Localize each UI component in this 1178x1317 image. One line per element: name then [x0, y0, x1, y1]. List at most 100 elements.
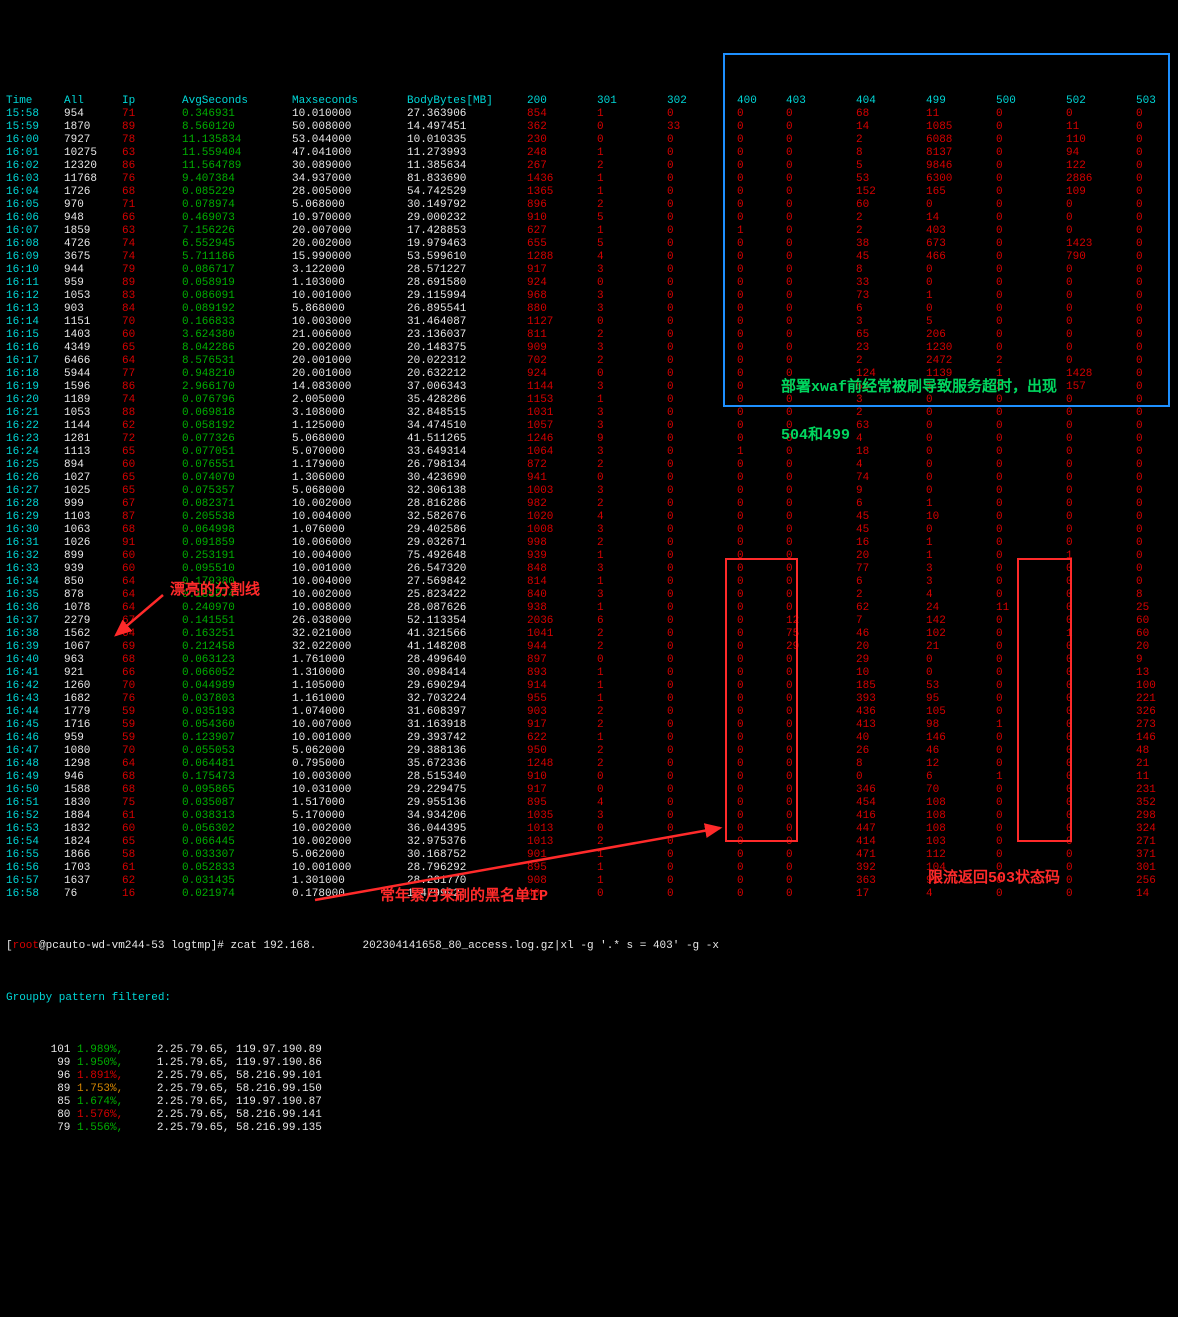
- cell: 29.000232: [407, 212, 527, 225]
- cell: 0.077326: [182, 433, 292, 446]
- cell: 0: [996, 732, 1066, 745]
- cell: 6: [597, 615, 667, 628]
- cell: 1013: [527, 836, 597, 849]
- cell: 30.168752: [407, 849, 527, 862]
- cell: 0.240970: [182, 602, 292, 615]
- cell: 0: [1136, 199, 1178, 212]
- cell: 0.035087: [182, 797, 292, 810]
- col-header-avgseconds: AvgSeconds: [182, 95, 292, 108]
- cell: 1779: [64, 706, 122, 719]
- cell: 0.082371: [182, 498, 292, 511]
- cell: 2: [597, 459, 667, 472]
- cell: 0: [786, 706, 856, 719]
- cell: 2: [597, 355, 667, 368]
- cell: 0.175473: [182, 771, 292, 784]
- cell: 16:43: [6, 693, 64, 706]
- terminal-window[interactable]: TimeAllIpAvgSecondsMaxsecondsBodyBytes[M…: [0, 52, 1178, 914]
- cell: 2.966170: [182, 381, 292, 394]
- cell: 16:29: [6, 511, 64, 524]
- cell: 29.690294: [407, 680, 527, 693]
- cell: 970: [64, 199, 122, 212]
- cell: 0: [737, 758, 786, 771]
- cell: 10.008000: [292, 602, 407, 615]
- cell: 0: [737, 290, 786, 303]
- table-row: 16:176466648.57653120.00100020.022312702…: [6, 355, 1172, 368]
- cell: 0: [1066, 797, 1136, 810]
- command-text[interactable]: zcat 192.168. 202304141658_80_access.log…: [230, 940, 718, 952]
- col-header-499: 499: [926, 95, 996, 108]
- cell: 0: [1066, 719, 1136, 732]
- prompt-user: root: [13, 940, 39, 952]
- cell: 0: [1066, 433, 1136, 446]
- cell: 0: [667, 446, 737, 459]
- cell: 0: [1136, 381, 1178, 394]
- cell: 11.564789: [182, 160, 292, 173]
- cell: 950: [527, 745, 597, 758]
- cell: 5.070000: [292, 446, 407, 459]
- cell: 2: [597, 745, 667, 758]
- cell: 0: [1136, 472, 1178, 485]
- cell: 20.001000: [292, 368, 407, 381]
- cell: 2: [597, 758, 667, 771]
- cell: 11.273993: [407, 147, 527, 160]
- cell: 1703: [64, 862, 122, 875]
- cell: 2: [597, 498, 667, 511]
- cell: 3: [597, 810, 667, 823]
- cell: 0: [1066, 108, 1136, 121]
- ip-frequency-row: 80 1.576%, 2.25.79.65, 58.216.99.141: [6, 1109, 1172, 1122]
- cell: 12320: [64, 160, 122, 173]
- cell: 1103: [64, 511, 122, 524]
- cell: 1832: [64, 823, 122, 836]
- cell: 0: [667, 251, 737, 264]
- shell-prompt-line[interactable]: [root@pcauto-wd-vm244-53 logtmp]# zcat 1…: [6, 940, 1172, 953]
- cell: 110: [1066, 134, 1136, 147]
- cell: 16:13: [6, 303, 64, 316]
- cell: 1403: [64, 329, 122, 342]
- cell: 0: [1136, 563, 1178, 576]
- cell: 0.063123: [182, 654, 292, 667]
- cell: 0.077051: [182, 446, 292, 459]
- cell: 1.301000: [292, 875, 407, 888]
- cell: 0: [786, 875, 856, 888]
- table-row: 16:381562640.16325132.02100041.321566104…: [6, 628, 1172, 641]
- cell: 0: [1136, 238, 1178, 251]
- cell: 1288: [527, 251, 597, 264]
- cell: 0: [996, 706, 1066, 719]
- cell: 0: [1066, 862, 1136, 875]
- cell: 28.499640: [407, 654, 527, 667]
- cell: 0: [1136, 355, 1178, 368]
- cell: 2279: [64, 615, 122, 628]
- table-row: 16:521884610.0383135.17000034.9342061035…: [6, 810, 1172, 823]
- cell: 0: [737, 485, 786, 498]
- cell: 0: [1136, 485, 1178, 498]
- cell: 88: [122, 407, 182, 420]
- cell: 48: [1136, 745, 1178, 758]
- col-header-403: 403: [786, 95, 856, 108]
- cell: 105: [926, 706, 996, 719]
- cell: 1.306000: [292, 472, 407, 485]
- cell: 78: [122, 134, 182, 147]
- cell: 64: [122, 602, 182, 615]
- ip-frequency-row: 101 1.989%, 2.25.79.65, 119.97.190.89: [6, 1044, 1172, 1057]
- cell: 28.087626: [407, 602, 527, 615]
- cell: 0: [737, 732, 786, 745]
- cell: 0: [996, 784, 1066, 797]
- cell: 0.052833: [182, 862, 292, 875]
- cell: 3: [597, 342, 667, 355]
- cell: 40: [527, 888, 597, 901]
- cell: 702: [527, 355, 597, 368]
- cell: 1: [597, 680, 667, 693]
- cell: 0: [667, 875, 737, 888]
- cell: 941: [527, 472, 597, 485]
- cell: 959: [64, 732, 122, 745]
- cell: 0: [1066, 290, 1136, 303]
- cell: 1.479992: [407, 888, 527, 901]
- cell: 0: [1136, 342, 1178, 355]
- cell: 63: [856, 420, 926, 433]
- cell: 0: [1136, 316, 1178, 329]
- cell: 0: [996, 836, 1066, 849]
- cell: 0.086091: [182, 290, 292, 303]
- cell: 1139: [926, 368, 996, 381]
- cell: 0: [667, 199, 737, 212]
- cell: 20.002000: [292, 238, 407, 251]
